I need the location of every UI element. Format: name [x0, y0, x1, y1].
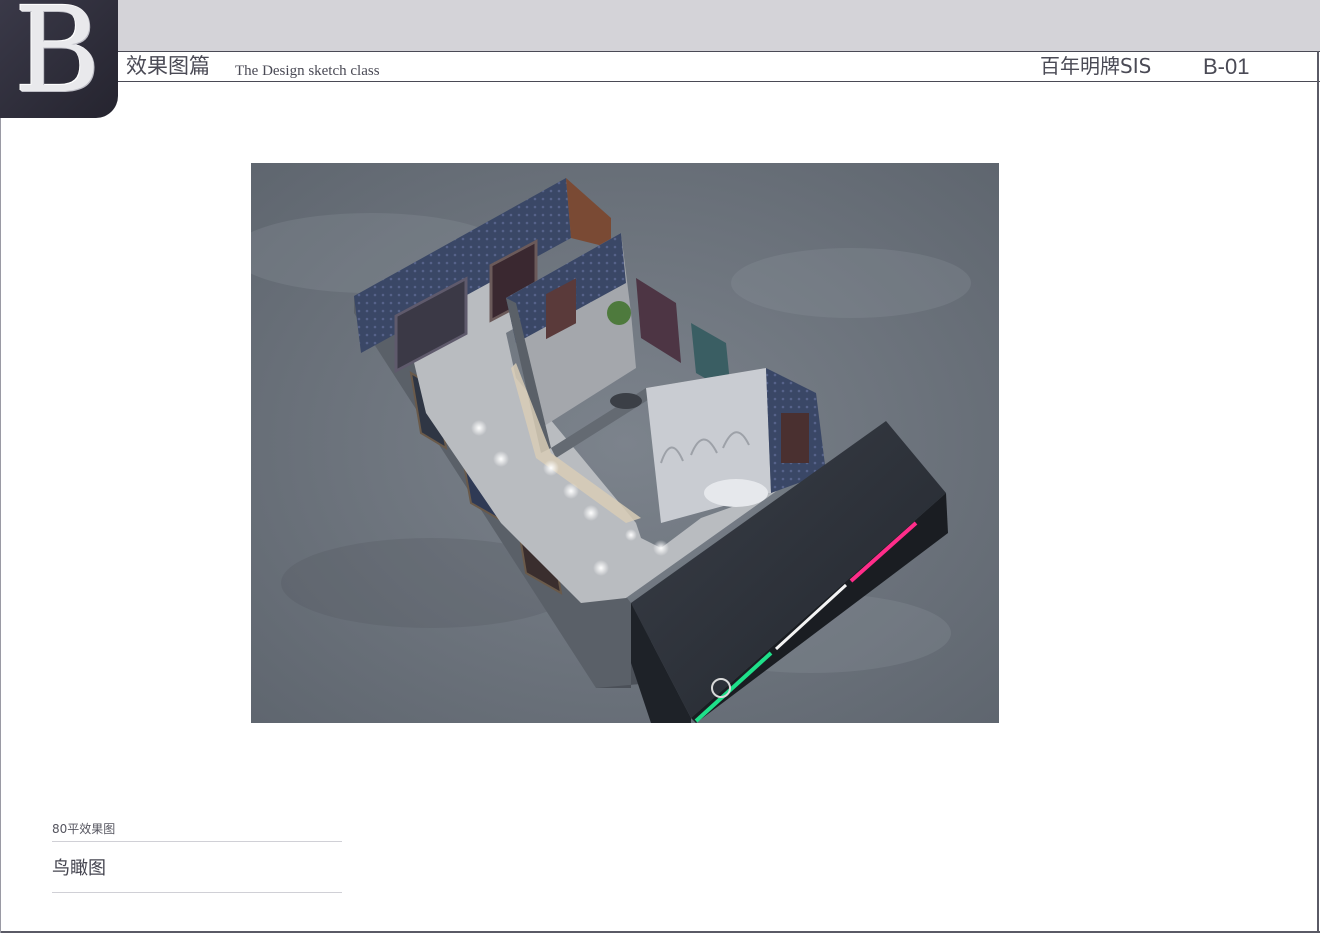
- plant: [607, 301, 631, 325]
- section-logo: B: [0, 0, 118, 118]
- section-subtitle: The Design sketch class: [235, 63, 380, 79]
- section-title: 效果图篇: [126, 54, 210, 78]
- caption-divider-bottom: [52, 892, 342, 893]
- header-band: [0, 0, 1320, 51]
- right-display-door: [781, 413, 809, 463]
- aerial-render-illustration: [251, 163, 999, 723]
- round-table: [610, 393, 642, 409]
- page-code: B-01: [1203, 54, 1250, 79]
- sink-counter: [704, 479, 768, 507]
- aerial-render-image: [251, 163, 999, 723]
- caption-divider-top: [52, 841, 342, 842]
- page-border-left: [0, 118, 1, 933]
- caption-subtitle: 80平效果图: [52, 822, 116, 836]
- section-logo-letter: B: [14, 0, 101, 118]
- brand-name: 百年明牌SIS: [1040, 54, 1152, 78]
- caption-title: 鸟瞰图: [52, 858, 106, 879]
- page-border-right: [1317, 51, 1319, 933]
